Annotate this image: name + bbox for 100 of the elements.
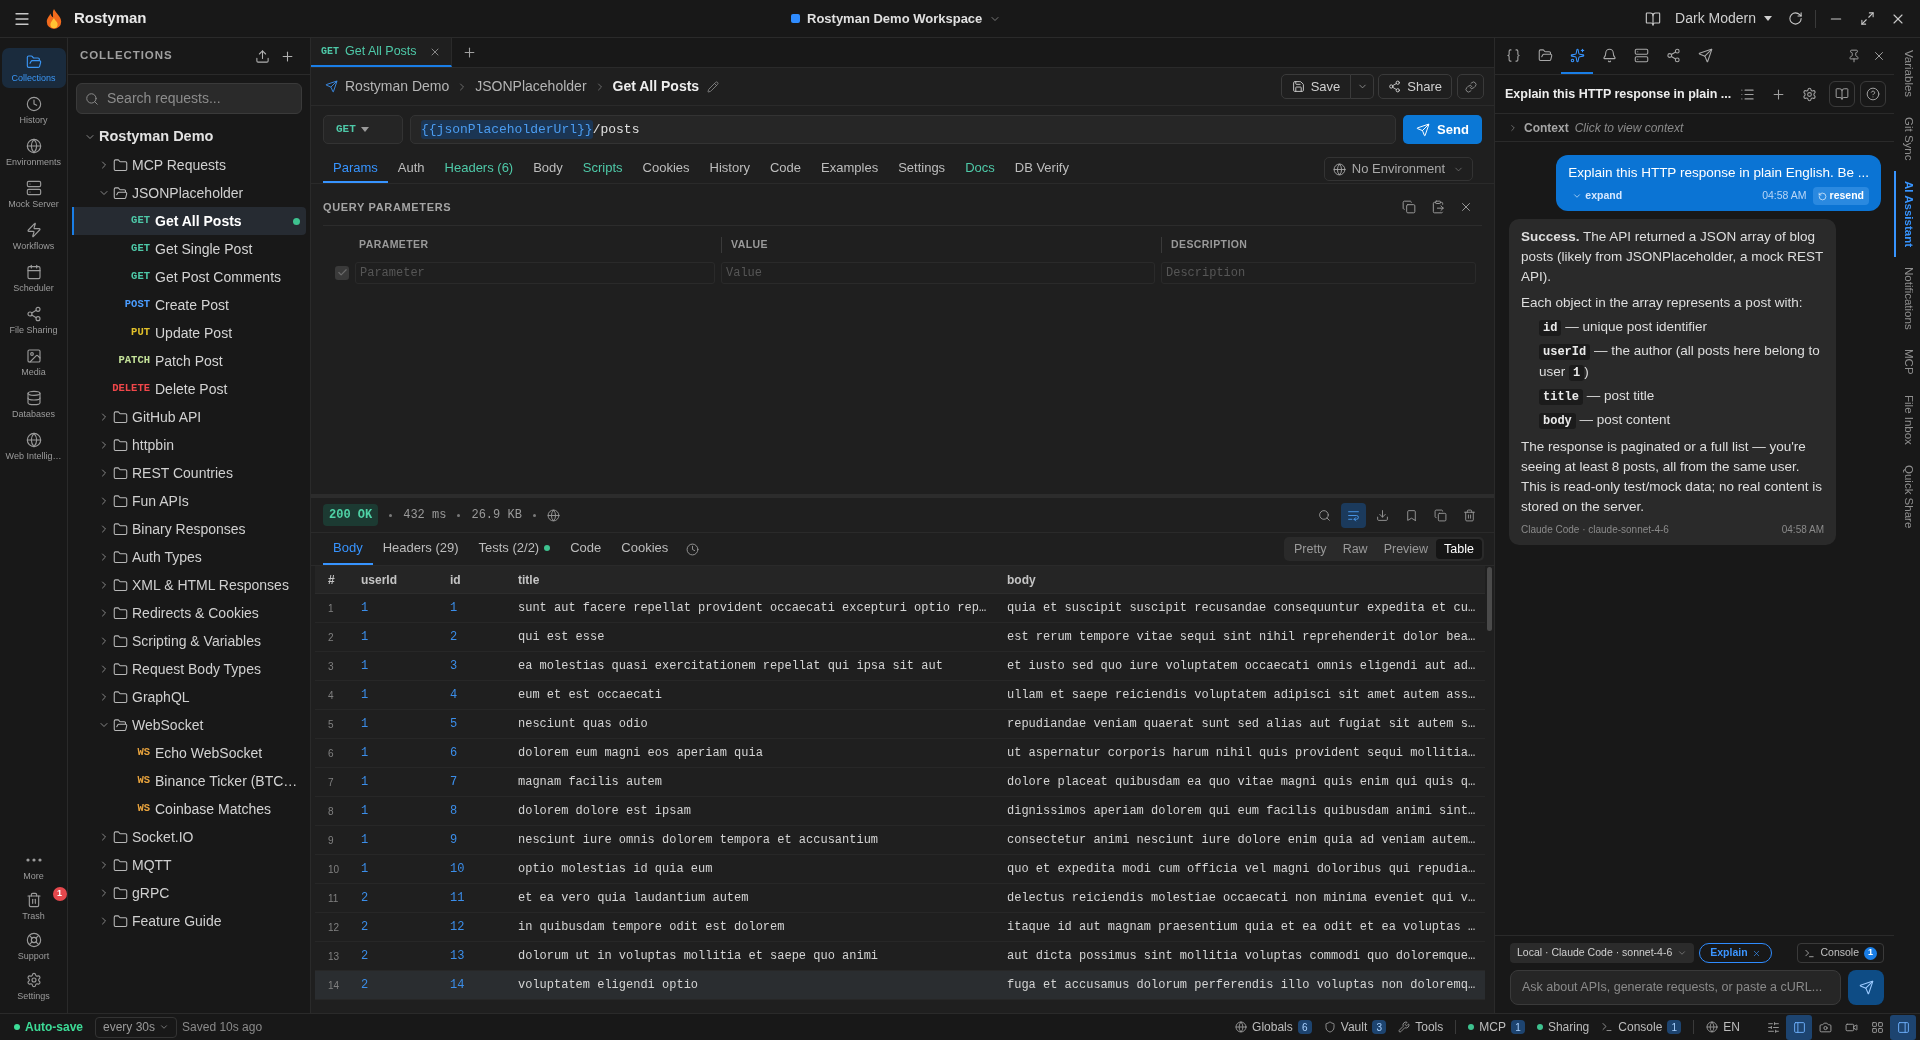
folder-item[interactable]: Binary Responses	[72, 515, 306, 543]
send-button[interactable]: Send	[1403, 115, 1482, 144]
activity-item[interactable]: Collections	[1, 48, 66, 88]
section-tab[interactable]: Examples	[811, 155, 889, 183]
response-tab[interactable]: Cookies	[611, 533, 679, 565]
clock-icon[interactable]	[686, 542, 700, 556]
search-field[interactable]: Search requests...	[76, 83, 302, 114]
search-icon[interactable]	[1318, 508, 1331, 522]
console-button[interactable]: Console 1	[1797, 943, 1884, 963]
section-tab[interactable]: History	[699, 155, 760, 183]
resend-button[interactable]: resend	[1812, 187, 1869, 205]
side-tab[interactable]: File Inbox	[1894, 384, 1920, 455]
request-item[interactable]: PATCH Patch Post	[72, 347, 306, 375]
globe-icon[interactable]	[546, 508, 560, 522]
activity-item[interactable]: Settings	[1, 967, 66, 1005]
section-tab[interactable]: Cookies	[632, 155, 700, 183]
settings-icon[interactable]	[1802, 86, 1817, 102]
section-tab[interactable]: Headers (6)	[434, 155, 524, 183]
collection-item[interactable]: Rostyman Demo	[72, 123, 306, 151]
context-toggle[interactable]: Context Click to view context	[1495, 114, 1894, 142]
activity-item[interactable]: File Sharing	[1, 300, 66, 340]
activity-item[interactable]: Media	[1, 342, 66, 382]
folder-item[interactable]: WebSocket	[72, 711, 306, 739]
request-item[interactable]: GET Get Single Post	[72, 235, 306, 263]
wrap-toggle[interactable]	[1341, 502, 1366, 528]
activity-item[interactable]: Workflows	[1, 216, 66, 256]
folder-item[interactable]: MCP Requests	[72, 151, 306, 179]
activity-item[interactable]: Web Intellig…	[1, 426, 66, 466]
folder-item[interactable]: GitHub API	[72, 403, 306, 431]
request-item[interactable]: GET Get Post Comments	[72, 263, 306, 291]
activity-item[interactable]: More	[1, 847, 66, 885]
request-item[interactable]: POST Create Post	[72, 291, 306, 319]
environment-select[interactable]: No Environment	[1323, 157, 1473, 181]
view-option[interactable]: Preview	[1375, 539, 1437, 559]
activity-item[interactable]: Support	[1, 927, 66, 965]
request-item[interactable]: DELETE Delete Post	[72, 375, 306, 403]
folder-item[interactable]: MQTT	[72, 851, 306, 879]
response-tab[interactable]: Code	[560, 533, 612, 565]
side-tab[interactable]: Notifications	[1894, 256, 1920, 340]
side-tab[interactable]: Variables	[1894, 40, 1920, 108]
theme-selector[interactable]: Dark Modern	[1673, 8, 1774, 29]
pencil-icon[interactable]	[707, 80, 720, 93]
folder-item[interactable]: Redirects & Cookies	[72, 599, 306, 627]
request-item[interactable]: WS Binance Ticker (BTC…	[72, 767, 306, 795]
book-icon[interactable]	[1645, 10, 1662, 27]
link-button[interactable]	[1457, 74, 1484, 99]
folder-item[interactable]: XML & HTML Responses	[72, 571, 306, 599]
section-tab[interactable]: Auth	[387, 155, 435, 183]
request-item[interactable]: GET Get All Posts	[72, 207, 306, 235]
interval-select[interactable]: every 30s	[95, 1016, 178, 1038]
activity-item[interactable]: Scheduler	[1, 258, 66, 298]
breadcrumb-link[interactable]: JSONPlaceholder	[475, 76, 587, 97]
folder-item[interactable]: httpbin	[72, 431, 306, 459]
trash-icon[interactable]	[1463, 508, 1476, 522]
request-tab[interactable]: GET Get All Posts	[311, 38, 452, 67]
side-tab[interactable]: Quick Share	[1894, 454, 1920, 538]
clipboard-icon[interactable]	[1431, 200, 1445, 214]
share-button[interactable]: Share	[1378, 74, 1452, 99]
folder-item[interactable]: Feature Guide	[72, 907, 306, 935]
plus-icon[interactable]	[280, 48, 295, 64]
view-option[interactable]: Pretty	[1285, 539, 1335, 559]
expand-button[interactable]: expand	[1572, 188, 1623, 204]
send-button[interactable]	[1848, 970, 1884, 1005]
plus-icon[interactable]	[461, 45, 477, 60]
response-tab[interactable]: Tests (2/2)	[468, 533, 561, 565]
request-item[interactable]: PUT Update Post	[72, 319, 306, 347]
activity-item[interactable]: Mock Server	[1, 174, 66, 214]
section-tab[interactable]: Settings	[888, 155, 956, 183]
folder-item[interactable]: Socket.IO	[72, 823, 306, 851]
layout-toggle[interactable]	[1786, 1014, 1812, 1040]
request-item[interactable]: WS Echo WebSocket	[72, 739, 306, 767]
section-tab[interactable]: Scripts	[572, 155, 633, 183]
folder-item[interactable]: Request Body Types	[72, 655, 306, 683]
activity-item[interactable]: Databases	[1, 384, 66, 424]
section-tab[interactable]: DB Verify	[1004, 155, 1079, 183]
plus-icon[interactable]	[1771, 86, 1786, 102]
url-field[interactable]: {{jsonPlaceholderUrl}}/posts	[410, 115, 1396, 144]
status-item[interactable]: Console 1	[1595, 1018, 1688, 1036]
activity-item[interactable]: Trash 1	[1, 887, 66, 925]
save-button[interactable]: Save	[1280, 74, 1352, 99]
side-tab[interactable]: Git Sync	[1894, 107, 1920, 171]
section-tab[interactable]: Code	[760, 155, 812, 183]
folder-item[interactable]: gRPC	[72, 879, 306, 907]
maximize-icon[interactable]	[1860, 11, 1875, 26]
status-item[interactable]: Tools	[1392, 1018, 1450, 1036]
status-item[interactable]: EN	[1700, 1018, 1746, 1036]
list-icon[interactable]	[1740, 86, 1755, 102]
workspace-selector[interactable]: Rostyman Demo Workspace	[786, 8, 1007, 29]
docs-button[interactable]	[1829, 81, 1855, 107]
status-item[interactable]: MCP 1	[1462, 1018, 1531, 1036]
copy-icon[interactable]	[1434, 508, 1447, 522]
scrollbar[interactable]	[1487, 567, 1492, 631]
folder-item[interactable]: JSONPlaceholder	[72, 179, 306, 207]
model-select[interactable]: Local · Claude Code · sonnet-4-6	[1510, 943, 1695, 963]
activity-item[interactable]: History	[1, 90, 66, 130]
close-icon[interactable]	[1872, 49, 1886, 63]
status-item[interactable]: Sharing	[1530, 1018, 1596, 1036]
chat-input[interactable]: Ask about APIs, generate requests, or paste a cURL...	[1510, 970, 1841, 1005]
view-option[interactable]: Raw	[1334, 539, 1376, 559]
bookmark-icon[interactable]	[1405, 508, 1418, 522]
